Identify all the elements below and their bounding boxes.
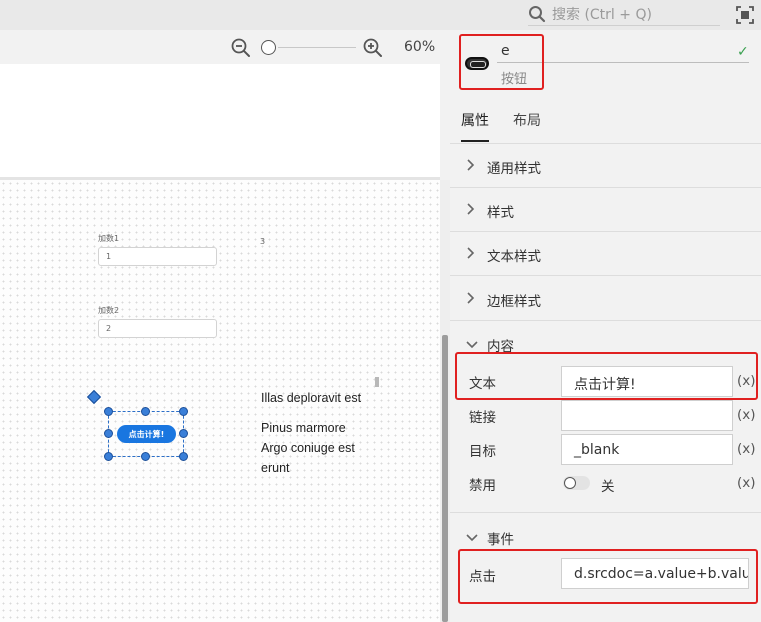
zoom-bar: 60% — [0, 30, 450, 64]
text-block-2[interactable]: Pinus marmore Argo coniuge est erunt — [261, 418, 355, 478]
button-element-icon — [465, 57, 489, 70]
target-prop-input[interactable]: _blank — [561, 434, 733, 465]
result-output: 3 — [260, 237, 266, 246]
chevron-right-icon — [467, 203, 475, 215]
resize-handle-se[interactable] — [179, 452, 188, 461]
text-prop-label: 文本 — [469, 376, 496, 392]
text-block-1[interactable]: Illas deploravit est — [261, 388, 361, 408]
search-icon — [529, 5, 546, 22]
text-prop-expression-toggle[interactable]: (x) — [737, 373, 756, 389]
target-prop-label: 目标 — [469, 444, 496, 460]
resize-handle-sw[interactable] — [104, 452, 113, 461]
search-input[interactable]: 搜索 (Ctrl + Q) — [552, 4, 652, 24]
section-general-style[interactable]: 通用样式 — [450, 144, 761, 188]
field2-label: 加数2 — [98, 306, 120, 315]
chevron-right-icon — [467, 159, 475, 171]
text-prop-input[interactable]: 点击计算! — [561, 366, 733, 397]
field1-label: 加数1 — [98, 234, 120, 243]
chevron-down-icon — [466, 341, 478, 349]
canvas-scrollbar-thumb[interactable] — [442, 335, 448, 622]
link-prop-label: 链接 — [469, 410, 496, 426]
calculate-button[interactable]: 点击计算! — [117, 425, 176, 443]
disabled-toggle-state: 关 — [601, 479, 615, 495]
link-prop-input[interactable] — [561, 400, 733, 431]
text-block-2-line: erunt — [261, 461, 290, 475]
section-title: 内容 — [487, 339, 514, 355]
resize-handle-s[interactable] — [141, 452, 150, 461]
chevron-right-icon — [467, 292, 475, 304]
zoom-slider-handle[interactable] — [261, 40, 276, 55]
section-title: 边框样式 — [487, 294, 541, 310]
check-icon[interactable]: ✓ — [737, 44, 749, 60]
zoom-level: 60% — [404, 39, 436, 55]
tab-properties[interactable]: 属性 — [461, 110, 489, 130]
top-bar: 搜索 (Ctrl + Q) — [0, 0, 761, 30]
text-block-2-line: Argo coniuge est — [261, 441, 355, 455]
disabled-prop-expression-toggle[interactable]: (x) — [737, 475, 756, 491]
active-tab-indicator — [461, 140, 489, 142]
zoom-slider-track[interactable] — [278, 47, 356, 48]
design-canvas[interactable] — [0, 180, 440, 622]
section-title: 文本样式 — [487, 249, 541, 265]
resize-handle-w[interactable] — [104, 429, 113, 438]
zoom-in-icon[interactable] — [363, 38, 383, 58]
resize-handle-ne[interactable] — [179, 407, 188, 416]
search-box[interactable]: 搜索 (Ctrl + Q) — [528, 2, 720, 26]
section-content-header[interactable]: 内容 — [450, 333, 761, 355]
resize-handle-e[interactable] — [179, 429, 188, 438]
tab-layout[interactable]: 布局 — [513, 110, 541, 130]
text-resize-grip[interactable] — [375, 377, 379, 387]
click-event-input[interactable]: d.srcdoc=a.value+b.value — [561, 558, 749, 589]
section-title: 样式 — [487, 205, 514, 221]
zoom-out-icon[interactable] — [231, 38, 251, 58]
section-divider — [450, 512, 761, 513]
element-name-underline — [497, 62, 749, 63]
section-title: 通用样式 — [487, 161, 541, 177]
field1-input[interactable]: 1 — [98, 247, 217, 266]
resize-handle-n[interactable] — [141, 407, 150, 416]
element-name-input[interactable]: e — [501, 43, 510, 59]
field2-input[interactable]: 2 — [98, 319, 217, 338]
canvas-blank-area — [0, 64, 440, 177]
element-type: 按钮 — [501, 72, 528, 87]
chevron-right-icon — [467, 247, 475, 259]
section-border-style[interactable]: 边框样式 — [450, 277, 761, 321]
section-title: 事件 — [487, 532, 514, 548]
target-prop-expression-toggle[interactable]: (x) — [737, 441, 756, 457]
section-style[interactable]: 样式 — [450, 188, 761, 232]
section-events-header[interactable]: 事件 — [450, 526, 761, 548]
disabled-toggle[interactable] — [563, 476, 590, 490]
chevron-down-icon — [466, 534, 478, 542]
resize-handle-nw[interactable] — [104, 407, 113, 416]
text-block-2-line: Pinus marmore — [261, 421, 346, 435]
link-prop-expression-toggle[interactable]: (x) — [737, 407, 756, 423]
disabled-prop-label: 禁用 — [469, 478, 496, 494]
section-text-style[interactable]: 文本样式 — [450, 232, 761, 276]
click-event-label: 点击 — [469, 569, 496, 585]
fit-screen-icon[interactable] — [736, 6, 754, 24]
